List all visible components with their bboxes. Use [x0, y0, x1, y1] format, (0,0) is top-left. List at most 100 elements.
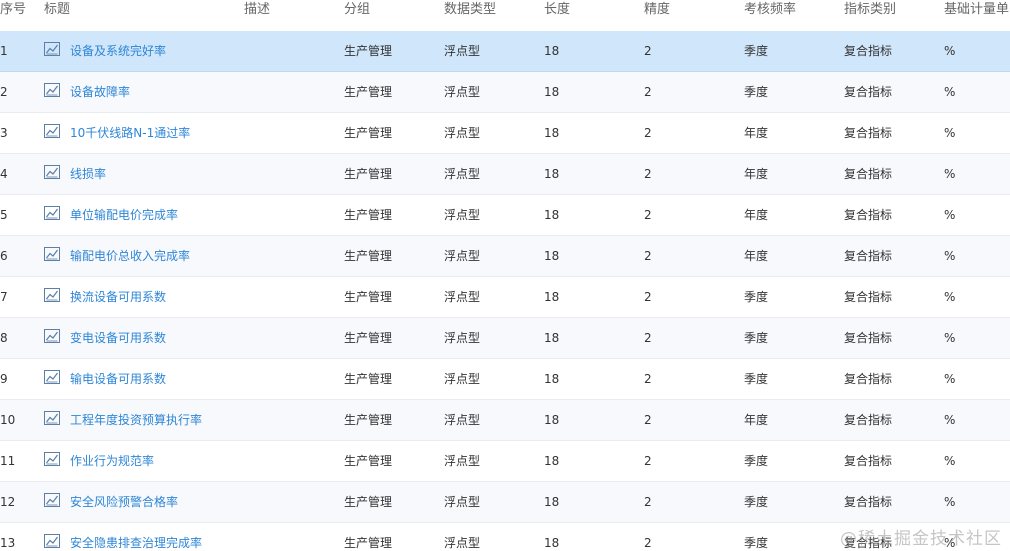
- cell-title[interactable]: 10千伏线路N-1通过率: [70, 113, 240, 153]
- cell-group: 生产管理: [344, 85, 393, 99]
- line-chart-icon: [44, 370, 60, 384]
- cell-group: 生产管理: [344, 126, 393, 140]
- cell-index: 6: [0, 249, 8, 263]
- cell-description: [244, 72, 334, 112]
- cell-index: 2: [0, 85, 8, 99]
- table-row[interactable]: 4 线损率 生产管理 浮点型 18 2 年度 复合指标%: [0, 154, 1010, 195]
- cell-frequency: 年度: [744, 167, 769, 181]
- line-chart-icon: [44, 83, 60, 97]
- cell-length: 18: [544, 126, 560, 140]
- cell-category: 复合指标: [844, 44, 893, 58]
- cell-index: 9: [0, 372, 8, 386]
- cell-title[interactable]: 安全隐患排查治理完成率: [70, 523, 240, 551]
- table-row[interactable]: 9 输电设备可用系数 生产管理 浮点型 18 2 季度 复合指标%: [0, 359, 1010, 400]
- cell-length: 18: [544, 454, 560, 468]
- cell-title[interactable]: 输电设备可用系数: [70, 359, 240, 399]
- line-chart-icon: [44, 493, 60, 507]
- cell-precision: 2: [644, 44, 652, 58]
- cell-data-type: 浮点型: [444, 413, 481, 427]
- cell-data-type: 浮点型: [444, 454, 481, 468]
- cell-group: 生产管理: [344, 495, 393, 509]
- cell-title[interactable]: 线损率: [70, 154, 240, 194]
- cell-data-type: 浮点型: [444, 208, 481, 222]
- cell-title[interactable]: 换流设备可用系数: [70, 277, 240, 317]
- table-row[interactable]: 1 设备及系统完好率 生产管理 浮点型 18 2 季度 复合指标%: [0, 31, 1010, 72]
- cell-length: 18: [544, 249, 560, 263]
- cell-data-type: 浮点型: [444, 290, 481, 304]
- cell-index: 3: [0, 126, 8, 140]
- table-row[interactable]: 8 变电设备可用系数 生产管理 浮点型 18 2 季度 复合指标%: [0, 318, 1010, 359]
- cell-precision: 2: [644, 536, 652, 550]
- column-header-title[interactable]: 标题: [44, 0, 224, 24]
- cell-length: 18: [544, 413, 560, 427]
- cell-data-type: 浮点型: [444, 249, 481, 263]
- cell-description: [244, 400, 334, 440]
- column-header-precision[interactable]: 精度: [644, 0, 734, 24]
- column-header-group[interactable]: 分组: [344, 0, 434, 24]
- cell-precision: 2: [644, 413, 652, 427]
- table-row[interactable]: 7 换流设备可用系数 生产管理 浮点型 18 2 季度 复合指标%: [0, 277, 1010, 318]
- cell-precision: 2: [644, 126, 652, 140]
- cell-title[interactable]: 安全风险预警合格率: [70, 482, 240, 522]
- cell-title[interactable]: 工程年度投资预算执行率: [70, 400, 240, 440]
- cell-description: [244, 236, 334, 276]
- cell-frequency: 季度: [744, 495, 769, 509]
- cell-precision: 2: [644, 208, 652, 222]
- cell-data-type: 浮点型: [444, 536, 481, 550]
- cell-unit: %: [944, 372, 956, 386]
- cell-precision: 2: [644, 290, 652, 304]
- cell-title[interactable]: 变电设备可用系数: [70, 318, 240, 358]
- column-header-category[interactable]: 指标类别: [844, 0, 934, 24]
- column-header-index[interactable]: 序号: [0, 0, 36, 24]
- cell-title[interactable]: 输配电价总收入完成率: [70, 236, 240, 276]
- cell-title[interactable]: 单位输配电价完成率: [70, 195, 240, 235]
- cell-title[interactable]: 设备及系统完好率: [70, 31, 240, 71]
- column-header-description[interactable]: 描述: [244, 0, 334, 24]
- cell-frequency: 季度: [744, 290, 769, 304]
- cell-unit: %: [944, 44, 956, 58]
- cell-length: 18: [544, 167, 560, 181]
- cell-category: 复合指标: [844, 331, 893, 345]
- column-header-unit[interactable]: 基础计量单: [944, 0, 1010, 24]
- cell-description: [244, 359, 334, 399]
- column-header-frequency[interactable]: 考核频率: [744, 0, 834, 24]
- table-header: 序号 标题 描述 分组 数据类型 长度 精度 考核频率 指标类别 基础计量单: [0, 0, 1010, 30]
- table-row[interactable]: 12 安全风险预警合格率 生产管理 浮点型 18 2 季度 复合指标%: [0, 482, 1010, 523]
- line-chart-icon: [44, 206, 60, 220]
- table-row[interactable]: 11 作业行为规范率 生产管理 浮点型 18 2 季度 复合指标%: [0, 441, 1010, 482]
- table-row[interactable]: 3 10千伏线路N-1通过率 生产管理 浮点型 18 2 年度 复合指标%: [0, 113, 1010, 154]
- cell-category: 复合指标: [844, 126, 893, 140]
- table-row[interactable]: 2 设备故障率 生产管理 浮点型 18 2 季度 复合指标%: [0, 72, 1010, 113]
- cell-group: 生产管理: [344, 372, 393, 386]
- cell-title[interactable]: 作业行为规范率: [70, 441, 240, 481]
- cell-description: [244, 277, 334, 317]
- table-row[interactable]: 5 单位输配电价完成率 生产管理 浮点型 18 2 年度 复合指标%: [0, 195, 1010, 236]
- cell-frequency: 年度: [744, 249, 769, 263]
- cell-index: 8: [0, 331, 8, 345]
- cell-unit: %: [944, 167, 956, 181]
- cell-frequency: 季度: [744, 44, 769, 58]
- table-row[interactable]: 6 输配电价总收入完成率 生产管理 浮点型 18 2 年度 复合指标%: [0, 236, 1010, 277]
- cell-length: 18: [544, 536, 560, 550]
- cell-category: 复合指标: [844, 290, 893, 304]
- cell-title[interactable]: 设备故障率: [70, 72, 240, 112]
- cell-precision: 2: [644, 495, 652, 509]
- cell-frequency: 季度: [744, 454, 769, 468]
- cell-group: 生产管理: [344, 249, 393, 263]
- cell-unit: %: [944, 290, 956, 304]
- column-header-length[interactable]: 长度: [544, 0, 634, 24]
- cell-index: 13: [0, 536, 16, 550]
- cell-group: 生产管理: [344, 290, 393, 304]
- cell-unit: %: [944, 413, 956, 427]
- cell-length: 18: [544, 495, 560, 509]
- table-row[interactable]: 10 工程年度投资预算执行率 生产管理 浮点型 18 2 年度 复合指标%: [0, 400, 1010, 441]
- cell-index: 7: [0, 290, 8, 304]
- cell-category: 复合指标: [844, 372, 893, 386]
- cell-precision: 2: [644, 372, 652, 386]
- cell-frequency: 季度: [744, 331, 769, 345]
- column-header-data-type[interactable]: 数据类型: [444, 0, 534, 24]
- cell-category: 复合指标: [844, 495, 893, 509]
- indicator-table: 序号 标题 描述 分组 数据类型 长度 精度 考核频率 指标类别 基础计量单 1…: [0, 0, 1010, 551]
- cell-unit: %: [944, 454, 956, 468]
- cell-index: 1: [0, 44, 8, 58]
